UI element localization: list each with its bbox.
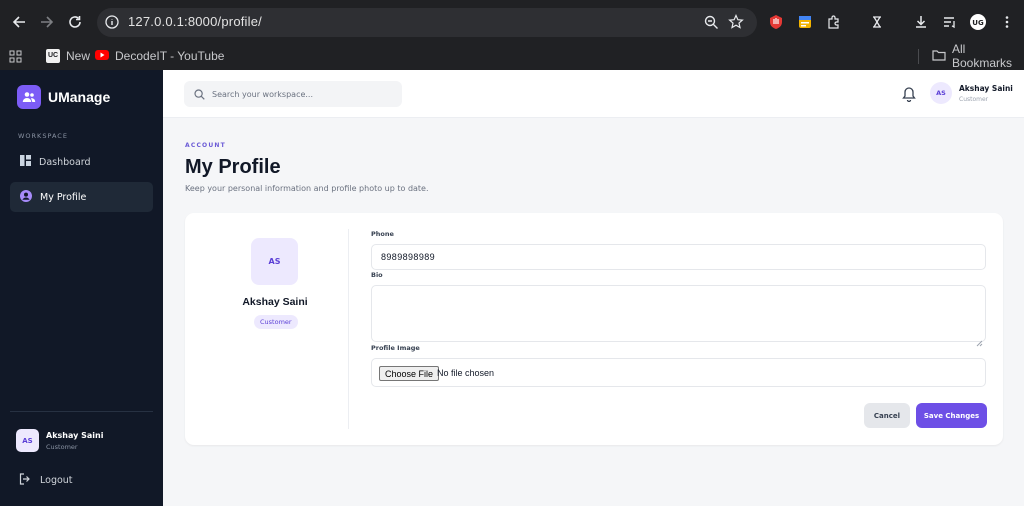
search-placeholder: Search your workspace... (212, 89, 314, 99)
avatar: AS (16, 429, 39, 452)
bookmark-label: DecodeIT - YouTube (115, 49, 225, 63)
apps-grid-icon[interactable] (9, 47, 22, 65)
avatar: AS (251, 238, 298, 285)
sidebar-user-name: Akshay Saini (46, 430, 104, 440)
file-status: No file chosen (437, 368, 495, 378)
bookmark-separator (918, 49, 919, 64)
page-subtitle: Keep your personal information and profi… (185, 184, 429, 193)
site-info-icon[interactable] (104, 14, 120, 30)
adblock-extension-icon[interactable] (768, 14, 784, 30)
sidebar-user-role: Customer (46, 442, 78, 451)
url-text: 127.0.0.1:8000/profile/ (128, 14, 262, 29)
top-user-role: Customer (959, 95, 989, 103)
cancel-button[interactable]: Cancel (864, 403, 910, 428)
bio-textarea[interactable] (371, 285, 986, 347)
bookmark-label: New (66, 49, 91, 63)
save-changes-button[interactable]: Save Changes (916, 403, 987, 428)
browser-chrome: 127.0.0.1:8000/profile/ UG UC New Decode… (0, 0, 1024, 70)
choose-file-button[interactable]: Choose File (379, 366, 440, 381)
zoom-icon[interactable] (703, 14, 719, 30)
dashboard-icon (20, 155, 31, 169)
download-icon[interactable] (913, 14, 929, 30)
user-circle-icon (20, 189, 32, 205)
sidebar-item-my-profile[interactable]: My Profile (10, 182, 153, 212)
role-badge: Customer (254, 315, 298, 329)
search-input[interactable]: Search your workspace... (184, 81, 402, 107)
logout-icon (19, 473, 31, 488)
avatar: AS (930, 82, 952, 104)
bookmark-star-icon[interactable] (728, 14, 744, 30)
reload-icon[interactable] (65, 12, 85, 32)
workspace-section-label: WORKSPACE (18, 132, 68, 140)
user-menu[interactable]: AS Akshay Saini Customer (930, 82, 1013, 104)
profile-name: Akshay Saini (242, 296, 308, 308)
bookmark-new[interactable]: UC New (46, 47, 90, 65)
logout-label: Logout (40, 475, 73, 486)
phone-field[interactable]: 8989898989 (371, 244, 986, 270)
sidebar-item-dashboard[interactable]: Dashboard (10, 147, 153, 177)
sidebar-divider (10, 411, 153, 412)
column-divider (348, 229, 349, 429)
extensions-puzzle-icon[interactable] (826, 14, 842, 30)
topbar: Search your workspace... AS Akshay Saini… (163, 70, 1024, 118)
sidebar: UManage WORKSPACE Dashboard My Profile A… (0, 70, 163, 506)
reading-list-icon[interactable] (942, 14, 958, 30)
main-content: ACCOUNT My Profile Keep your personal in… (163, 118, 1024, 506)
profile-image-field: Choose File No file chosen (371, 358, 986, 387)
profile-image-label: Profile Image (371, 344, 420, 352)
notification-bell-icon[interactable] (902, 86, 916, 103)
sidebar-user: AS Akshay Saini Customer (16, 429, 103, 452)
browser-menu-icon[interactable] (999, 14, 1015, 30)
notes-extension-icon[interactable] (797, 14, 813, 30)
logout-link[interactable]: Logout (19, 473, 73, 488)
browser-toolbar: 127.0.0.1:8000/profile/ UG (0, 0, 1024, 44)
profile-card: AS Akshay Saini Customer Phone 898989898… (185, 213, 1003, 445)
folder-icon (932, 49, 946, 64)
profile-avatar-icon[interactable]: UG (970, 14, 986, 30)
phone-label: Phone (371, 230, 394, 238)
top-user-name: Akshay Saini (959, 83, 1013, 93)
all-bookmarks[interactable]: All Bookmarks (932, 42, 1024, 70)
brand-name: UManage (48, 89, 111, 105)
brand[interactable]: UManage (17, 85, 110, 109)
bookmarks-bar: UC New DecodeIT - YouTube All Bookmarks (0, 42, 1024, 70)
performance-icon[interactable] (869, 14, 885, 30)
search-icon (194, 85, 205, 104)
phone-value: 8989898989 (381, 252, 436, 262)
svg-text:UG: UG (972, 19, 984, 27)
page-title: My Profile (185, 156, 281, 178)
back-icon[interactable] (9, 12, 29, 32)
page-eyebrow: ACCOUNT (185, 142, 226, 149)
bio-label: Bio (371, 271, 383, 279)
bookmark-youtube[interactable]: DecodeIT - YouTube (95, 47, 224, 65)
forward-icon[interactable] (37, 12, 57, 32)
sidebar-item-label: My Profile (40, 191, 87, 203)
sidebar-item-label: Dashboard (39, 156, 91, 168)
resize-handle-icon[interactable] (976, 332, 983, 347)
all-bookmarks-label: All Bookmarks (952, 42, 1013, 70)
users-logo-icon (17, 85, 41, 109)
uc-icon: UC (46, 49, 60, 63)
profile-summary: AS Akshay Saini Customer (185, 213, 348, 445)
youtube-icon (95, 49, 109, 63)
address-bar[interactable]: 127.0.0.1:8000/profile/ (97, 8, 757, 37)
